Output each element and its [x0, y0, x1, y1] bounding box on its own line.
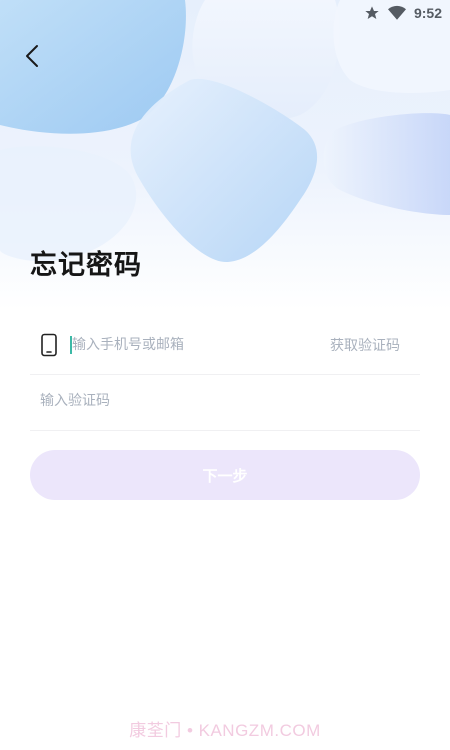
- phone-email-row: 获取验证码: [30, 315, 420, 375]
- verification-code-input[interactable]: [30, 385, 420, 416]
- next-step-button[interactable]: 下一步: [30, 450, 420, 500]
- phone-icon: [40, 333, 60, 357]
- page-title: 忘记密码: [30, 250, 142, 281]
- watermark-text: 康荃门 • KANGZM.COM: [129, 721, 321, 740]
- get-code-button[interactable]: 获取验证码: [330, 335, 420, 355]
- phone-email-input[interactable]: [72, 329, 330, 360]
- status-bar: 9:52: [0, 0, 450, 26]
- verification-code-row: [30, 371, 420, 431]
- chevron-left-icon: [25, 44, 39, 72]
- back-button[interactable]: [16, 42, 48, 74]
- status-time: 9:52: [413, 5, 442, 21]
- wifi-icon: [387, 5, 406, 21]
- star-icon: [364, 5, 380, 21]
